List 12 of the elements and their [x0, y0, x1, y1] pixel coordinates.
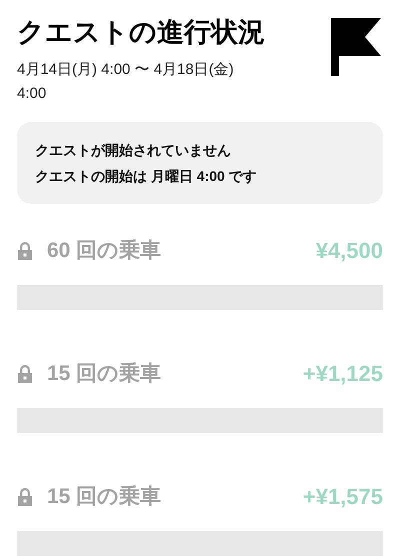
period-end-text: 4:00 — [17, 84, 48, 104]
tier-label: 15 回の乗車 — [47, 484, 162, 510]
page-title: クエストの進行状況 — [17, 16, 265, 49]
notice-text: クエストが開始されていません — [35, 141, 232, 160]
tier-label: 15 回の乗車 — [47, 360, 162, 387]
notice-text: クエストの開始は 月曜日 4:00 です — [35, 167, 258, 186]
tier-label: 60 回の乗車 — [47, 238, 162, 264]
tier-reward: +¥1,125 — [302, 360, 383, 388]
tier-reward: ¥4,500 — [316, 237, 383, 265]
period-text: 4月14日(月) 4:00 〜 4月18日(金) — [17, 60, 235, 80]
tier-reward: +¥1,575 — [302, 483, 383, 511]
flag-icon — [331, 18, 381, 76]
